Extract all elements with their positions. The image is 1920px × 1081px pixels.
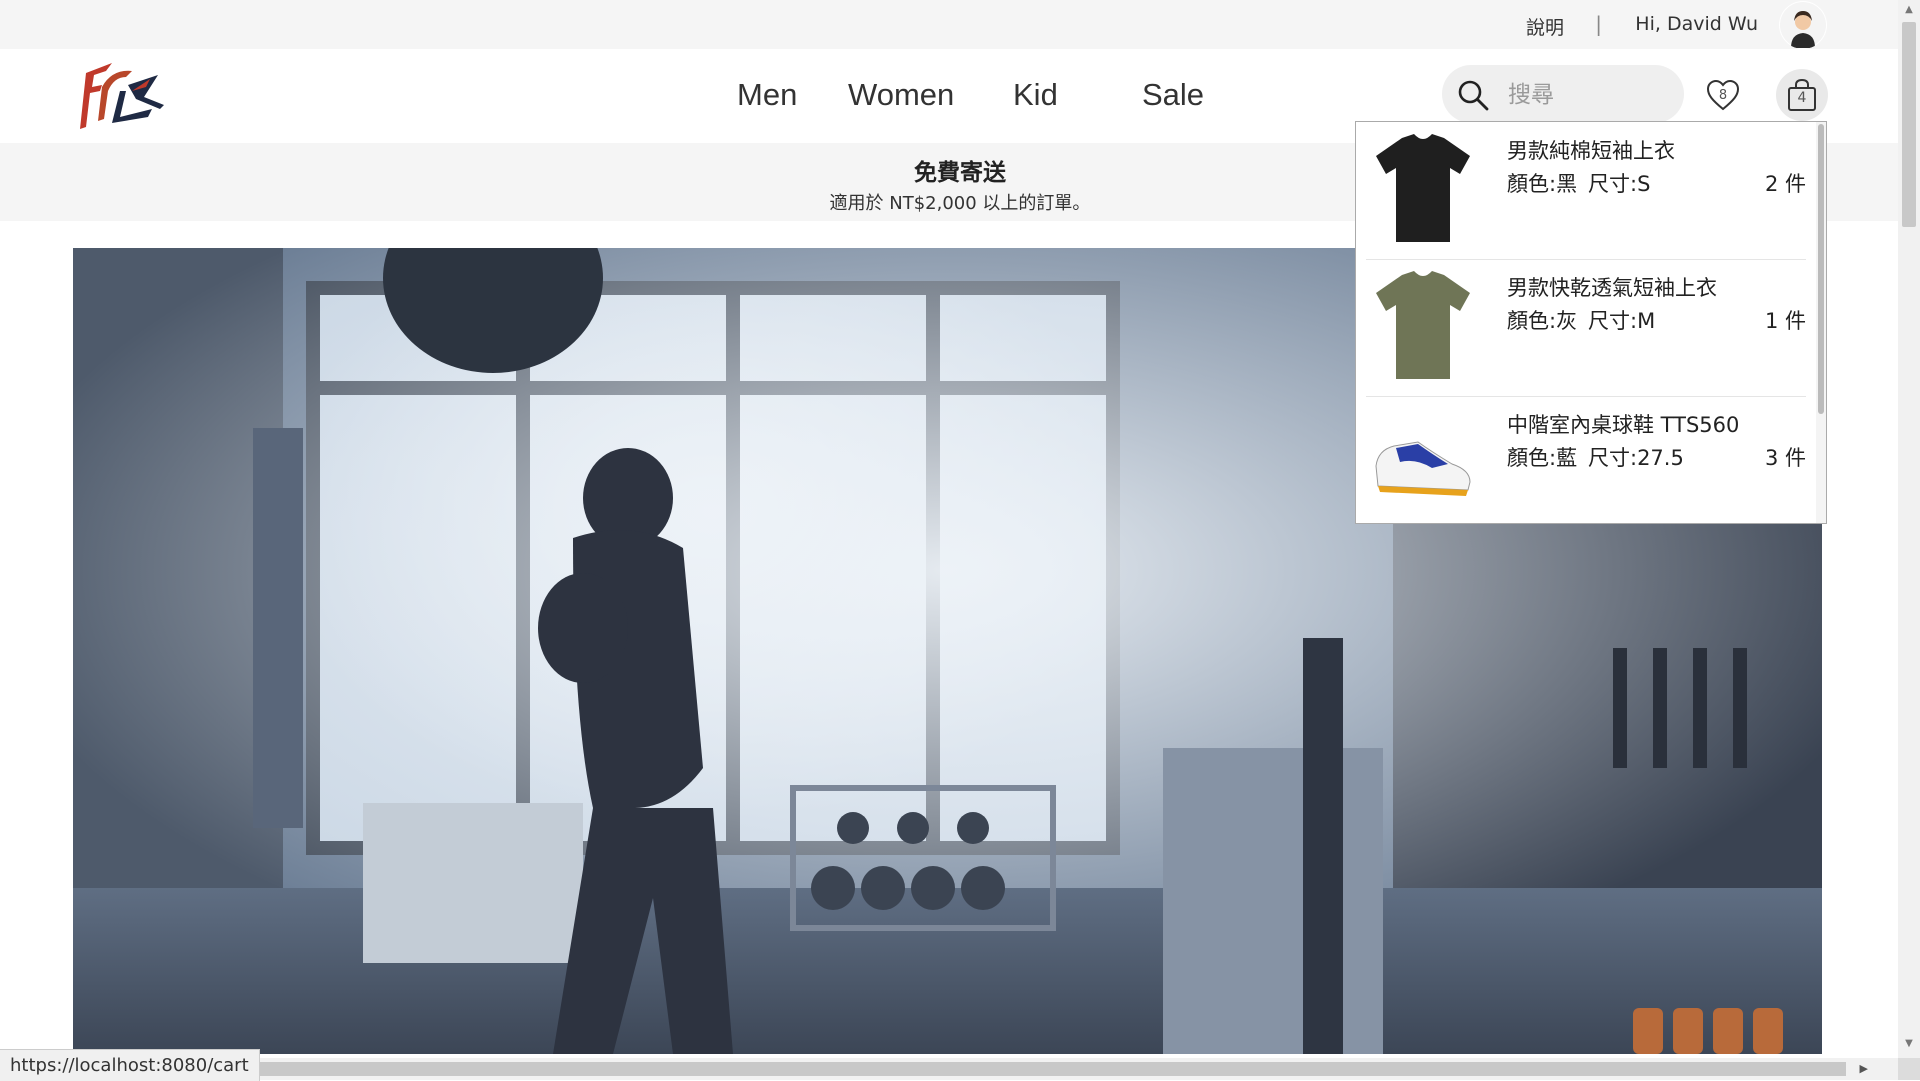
wishlist-count: 8 <box>1718 88 1728 103</box>
search-input[interactable] <box>1506 77 1670 113</box>
user-avatar-icon <box>1780 2 1826 48</box>
cart-item-qty: 2 件 <box>1764 172 1806 196</box>
horizontal-scrollbar[interactable]: ▶ <box>0 1058 1898 1080</box>
status-url: https://localhost:8080/cart <box>0 1049 260 1081</box>
vertical-scroll-thumb[interactable] <box>1902 22 1916 227</box>
nav-sale[interactable]: Sale <box>1142 77 1204 113</box>
nav-women[interactable]: Women <box>848 77 954 113</box>
cart-item-size: 尺寸:M <box>1588 309 1656 333</box>
tshirt-thumbnail <box>1376 134 1470 242</box>
cart-item-color: 顏色:灰 <box>1507 309 1578 333</box>
vertical-scrollbar[interactable]: ▲ ▼ <box>1898 0 1920 1058</box>
wishlist-button[interactable]: 8 <box>1706 79 1740 113</box>
scroll-up-arrow-icon[interactable]: ▲ <box>1903 4 1915 15</box>
topbar-divider: | <box>1595 12 1602 36</box>
search-icon[interactable] <box>1456 78 1490 112</box>
cart-item[interactable]: 男款純棉短袖上衣 顏色:黑 尺寸:S 2 件 <box>1366 122 1806 260</box>
nav-men[interactable]: Men <box>737 77 797 113</box>
cart-dropdown-scrollbar[interactable] <box>1816 122 1826 523</box>
cart-count: 4 <box>1797 90 1807 106</box>
cart-item-name: 中階室內桌球鞋 TTS560 <box>1507 413 1740 437</box>
cart-item-size: 尺寸:S <box>1588 172 1651 196</box>
scroll-down-arrow-icon[interactable]: ▼ <box>1903 1038 1915 1049</box>
cart-item-color: 顏色:黑 <box>1507 172 1578 196</box>
avatar[interactable] <box>1779 1 1827 49</box>
cart-item-qty: 1 件 <box>1764 309 1806 333</box>
cart-item-color: 顏色:藍 <box>1507 446 1578 470</box>
nav-kid[interactable]: Kid <box>1013 77 1058 113</box>
cart-dropdown-scroll-thumb[interactable] <box>1818 124 1824 414</box>
help-link[interactable]: 說明 <box>1526 13 1564 40</box>
cart-button[interactable]: 4 <box>1776 69 1828 121</box>
cart-item-name: 男款快乾透氣短袖上衣 <box>1507 276 1717 300</box>
cart-item[interactable]: 男款快乾透氣短袖上衣 顏色:灰 尺寸:M 1 件 <box>1366 259 1806 397</box>
cart-item-qty: 3 件 <box>1764 446 1806 470</box>
top-utility-bar: 說明 | Hi, David Wu <box>0 0 1898 49</box>
cart-item[interactable]: 中階室內桌球鞋 TTS560 顏色:藍 尺寸:27.5 3 件 <box>1366 396 1806 523</box>
scroll-right-arrow-icon[interactable]: ▶ <box>1860 1062 1868 1075</box>
horizontal-scroll-thumb[interactable] <box>0 1062 1846 1076</box>
scrollbar-corner <box>1898 1058 1920 1080</box>
cart-dropdown: 男款純棉短袖上衣 顏色:黑 尺寸:S 2 件 男款快乾透氣短袖上衣 顏色:灰 尺… <box>1355 121 1827 524</box>
user-greeting[interactable]: Hi, David Wu <box>1635 13 1758 35</box>
cart-item-size: 尺寸:27.5 <box>1588 446 1684 470</box>
shoe-thumbnail <box>1375 441 1471 496</box>
tshirt-thumbnail <box>1376 271 1470 379</box>
search-box[interactable] <box>1442 65 1684 123</box>
cart-item-name: 男款純棉短袖上衣 <box>1507 139 1675 163</box>
